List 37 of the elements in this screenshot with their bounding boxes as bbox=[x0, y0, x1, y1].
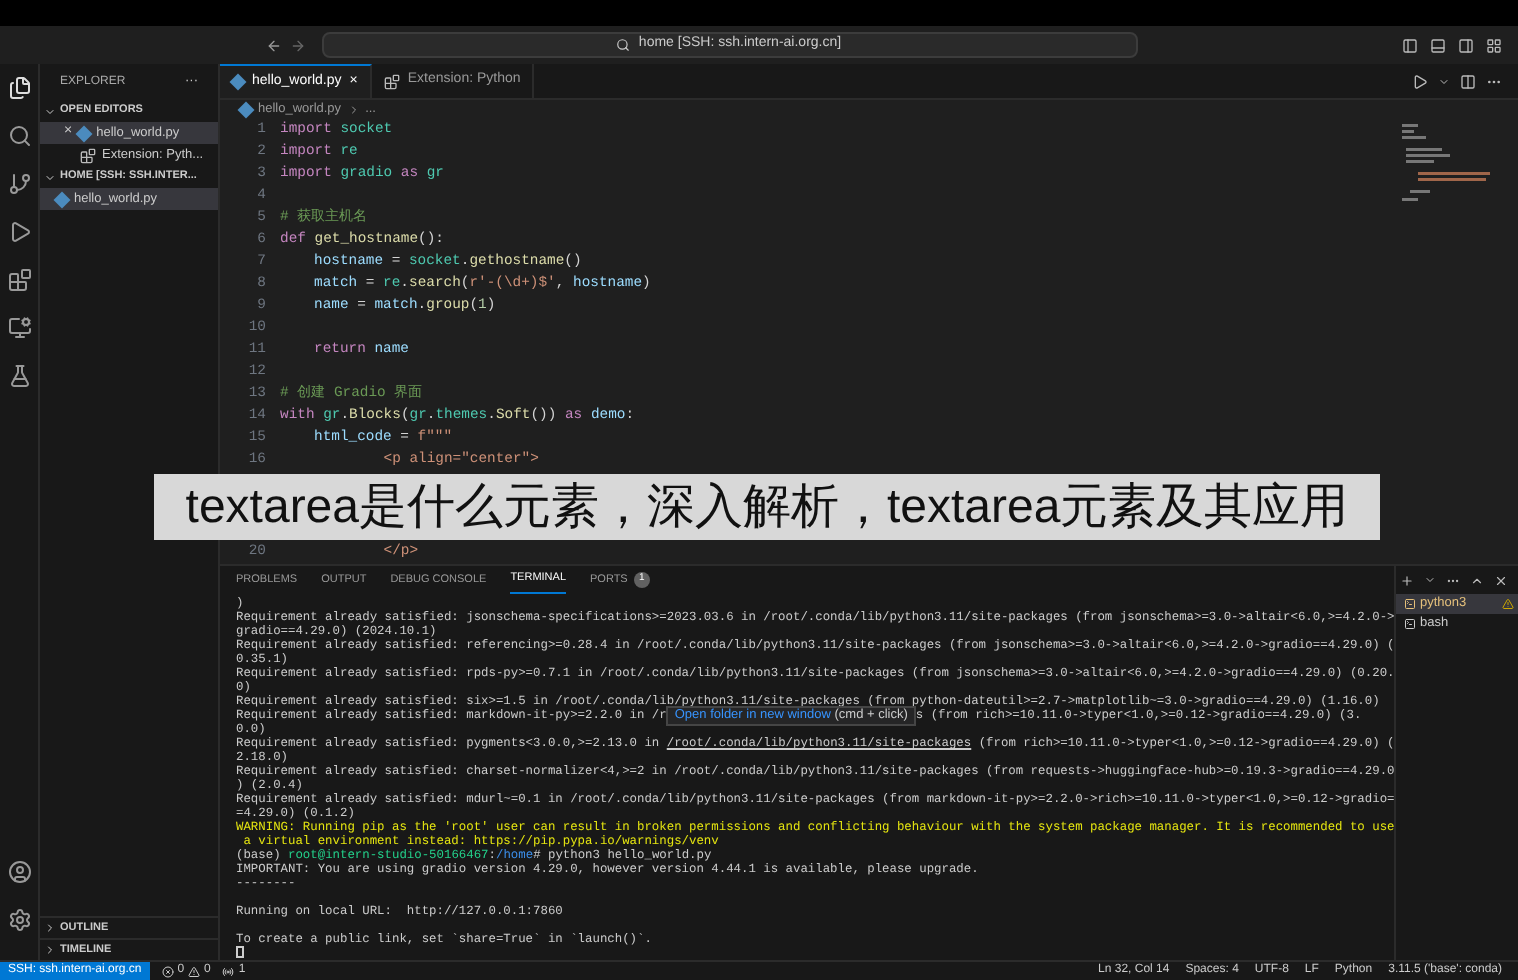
ports-icon bbox=[222, 965, 235, 977]
terminal-cursor bbox=[236, 946, 244, 958]
warning-icon bbox=[188, 965, 201, 977]
secondary-sidebar-icon[interactable] bbox=[1458, 37, 1474, 53]
flask-icon[interactable] bbox=[7, 364, 31, 388]
account-icon[interactable] bbox=[7, 860, 31, 884]
chevron-icon bbox=[347, 104, 360, 116]
dropdown-icon[interactable] bbox=[1438, 75, 1450, 87]
layout-icon[interactable] bbox=[1486, 37, 1502, 53]
monitor-icon[interactable] bbox=[7, 316, 31, 340]
forward-icon[interactable] bbox=[289, 37, 305, 53]
close-icon[interactable] bbox=[1494, 573, 1508, 587]
extensions-icon[interactable] bbox=[7, 268, 31, 292]
back-icon[interactable] bbox=[265, 37, 281, 53]
search-icon[interactable] bbox=[7, 124, 31, 148]
search-icon bbox=[616, 38, 631, 52]
split-editor-icon[interactable] bbox=[1460, 73, 1476, 89]
play-bug-icon[interactable] bbox=[7, 220, 31, 244]
run-icon[interactable] bbox=[1412, 73, 1428, 89]
branch-icon[interactable] bbox=[7, 172, 31, 196]
terminal-icon bbox=[1404, 618, 1416, 630]
article-title-banner: textarea是什么元素，深入解析，textarea元素及其应用 bbox=[154, 474, 1380, 540]
chevron-icon[interactable] bbox=[44, 171, 56, 183]
terminal-icon bbox=[1404, 598, 1416, 610]
files-icon[interactable] bbox=[7, 76, 31, 100]
sidebar-toggle-icon[interactable] bbox=[1402, 37, 1418, 53]
settings-icon[interactable] bbox=[7, 908, 31, 932]
python-file-icon bbox=[75, 124, 93, 142]
maximize-icon[interactable] bbox=[1470, 573, 1484, 587]
new-terminal-icon[interactable] bbox=[1400, 573, 1414, 587]
extension-icon bbox=[383, 73, 400, 89]
error-icon bbox=[161, 965, 174, 977]
python-file-icon bbox=[53, 190, 71, 208]
chevron-icon[interactable] bbox=[44, 105, 56, 117]
panel-toggle-icon[interactable] bbox=[1430, 37, 1446, 53]
dropdown-icon[interactable] bbox=[1424, 574, 1436, 586]
extension-icon bbox=[80, 147, 96, 163]
